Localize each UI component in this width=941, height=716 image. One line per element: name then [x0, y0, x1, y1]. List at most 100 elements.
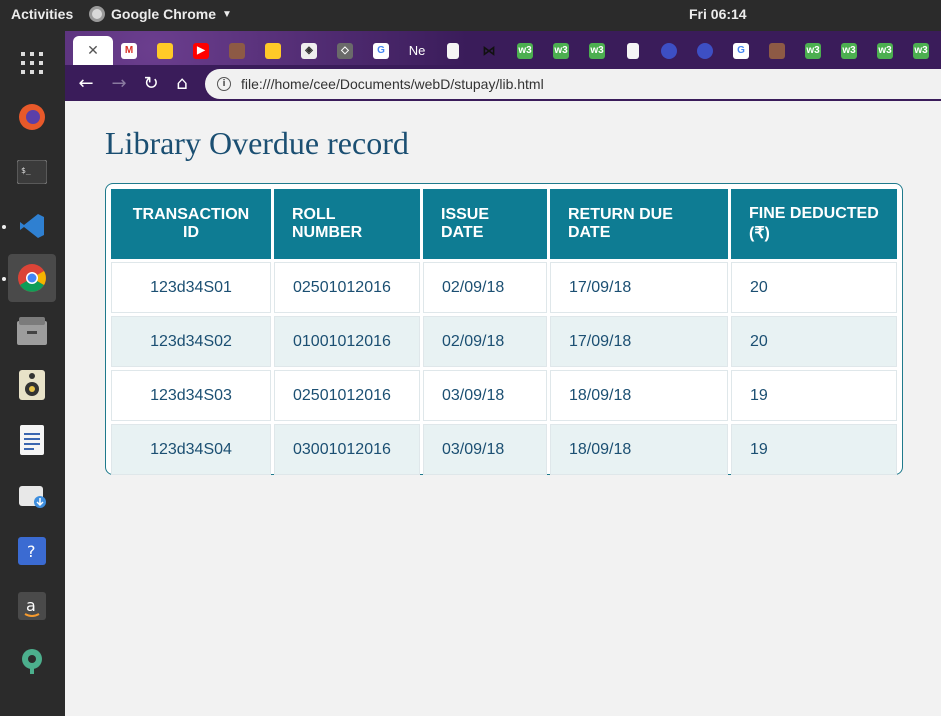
- tab-w3-6[interactable]: w3: [867, 36, 903, 65]
- info-icon[interactable]: i: [217, 77, 231, 91]
- table-row: 123d34S03 02501012016 03/09/18 18/09/18 …: [111, 370, 897, 421]
- tab-youtube[interactable]: ▶: [183, 36, 219, 65]
- table-cell: 02501012016: [274, 370, 420, 421]
- tab-google-2[interactable]: G: [723, 36, 759, 65]
- amazon-icon[interactable]: a: [8, 582, 56, 630]
- tab-file-2[interactable]: [615, 36, 651, 65]
- reload-icon: ↻: [143, 72, 159, 94]
- apps-grid-icon[interactable]: [8, 39, 56, 87]
- system-top-bar: Activities Google Chrome ▼ Fri 06:14: [0, 0, 941, 31]
- activities-button[interactable]: Activities: [11, 6, 73, 22]
- tab-firebase[interactable]: [147, 36, 183, 65]
- diamond-icon: ◈: [301, 42, 317, 59]
- site-icon: [229, 42, 245, 59]
- tab-gmail[interactable]: M: [111, 36, 147, 65]
- table-cell: 19: [731, 424, 897, 475]
- browser-window: ✕ M ▶ ◈ ◇ G Ne ⋈ w3 w3 w3 G w3 w3 w3 w3 …: [65, 31, 941, 716]
- writer-icon[interactable]: [8, 416, 56, 464]
- page-content: Library Overdue record TRANSACTION ID RO…: [65, 101, 941, 716]
- table-cell: 20: [731, 262, 897, 313]
- gmail-icon: M: [121, 42, 137, 59]
- column-header: ISSUE DATE: [423, 189, 547, 259]
- firebase-icon: [265, 42, 281, 59]
- tab-w3-1[interactable]: w3: [507, 36, 543, 65]
- table-cell: 02/09/18: [423, 262, 547, 313]
- svg-text:$_: $_: [21, 166, 31, 175]
- close-icon[interactable]: ✕: [87, 43, 99, 59]
- tab-ne[interactable]: Ne: [399, 36, 435, 65]
- tab-site-a[interactable]: [219, 36, 255, 65]
- column-header: ROLL NUMBER: [274, 189, 420, 259]
- toolbar: ← → ↻ ⌂ i file:///home/cee/Documents/web…: [65, 65, 941, 101]
- table-cell: 03001012016: [274, 424, 420, 475]
- files-icon[interactable]: [8, 307, 56, 355]
- file-icon: [627, 42, 639, 59]
- site-icon: [769, 42, 785, 59]
- table-cell: 123d34S01: [111, 262, 271, 313]
- column-header: RETURN DUE DATE: [550, 189, 728, 259]
- table-row: 123d34S04 03001012016 03/09/18 18/09/18 …: [111, 424, 897, 475]
- column-header: TRANSACTION ID: [111, 189, 271, 259]
- forward-button[interactable]: →: [108, 72, 130, 94]
- dock: $_ ? a: [0, 31, 65, 716]
- tab-globe-1[interactable]: [651, 36, 687, 65]
- overdue-table: TRANSACTION ID ROLL NUMBER ISSUE DATE RE…: [108, 186, 900, 478]
- table-cell: 17/09/18: [550, 316, 728, 367]
- w3schools-icon: w3: [805, 42, 821, 59]
- tab-strip: ✕ M ▶ ◈ ◇ G Ne ⋈ w3 w3 w3 G w3 w3 w3 w3: [65, 31, 941, 65]
- table-cell: 18/09/18: [550, 424, 728, 475]
- overdue-table-container: TRANSACTION ID ROLL NUMBER ISSUE DATE RE…: [105, 183, 903, 475]
- tab-active[interactable]: ✕: [73, 36, 113, 65]
- w3schools-icon: w3: [517, 42, 533, 59]
- table-cell: 123d34S03: [111, 370, 271, 421]
- url-text: file:///home/cee/Documents/webD/stupay/l…: [241, 76, 544, 92]
- chrome-icon[interactable]: [8, 254, 56, 302]
- tab-bowtie[interactable]: ⋈: [471, 36, 507, 65]
- tab-w3-2[interactable]: w3: [543, 36, 579, 65]
- tab-file[interactable]: [435, 36, 471, 65]
- w3schools-icon: w3: [913, 42, 929, 59]
- tab-w3-5[interactable]: w3: [831, 36, 867, 65]
- caret-down-icon: ▼: [222, 8, 232, 20]
- table-cell: 03/09/18: [423, 370, 547, 421]
- app-menu[interactable]: Google Chrome ▼: [89, 6, 232, 22]
- chrome-icon: [89, 6, 105, 22]
- help-icon[interactable]: ?: [8, 527, 56, 575]
- page-title: Library Overdue record: [105, 125, 409, 161]
- back-button[interactable]: ←: [75, 72, 97, 94]
- rhythmbox-icon[interactable]: [8, 361, 56, 409]
- reload-button[interactable]: ↻: [140, 72, 162, 94]
- tab-firebase-2[interactable]: [255, 36, 291, 65]
- arrow-right-icon: →: [111, 72, 127, 94]
- software-icon[interactable]: [8, 471, 56, 519]
- table-cell: 02/09/18: [423, 316, 547, 367]
- tab-w3-3[interactable]: w3: [579, 36, 615, 65]
- firefox-icon[interactable]: [8, 93, 56, 141]
- w3schools-icon: w3: [841, 42, 857, 59]
- tab-google[interactable]: G: [363, 36, 399, 65]
- globe-icon: [697, 42, 713, 59]
- table-cell: 03/09/18: [423, 424, 547, 475]
- clock[interactable]: Fri 06:14: [689, 6, 747, 22]
- terminal-icon[interactable]: $_: [8, 148, 56, 196]
- home-button[interactable]: ⌂: [171, 72, 193, 94]
- tab-label: Ne: [408, 43, 426, 58]
- tab-site-c[interactable]: [759, 36, 795, 65]
- tab-w3-4[interactable]: w3: [795, 36, 831, 65]
- settings-icon[interactable]: [8, 637, 56, 685]
- table-row: 123d34S02 01001012016 02/09/18 17/09/18 …: [111, 316, 897, 367]
- tab-w3-7[interactable]: w3: [903, 36, 939, 65]
- tab-globe-2[interactable]: [687, 36, 723, 65]
- tab-site-b[interactable]: ◈: [291, 36, 327, 65]
- table-row: 123d34S01 02501012016 02/09/18 17/09/18 …: [111, 262, 897, 313]
- youtube-icon: ▶: [193, 42, 209, 59]
- vscode-icon[interactable]: [8, 202, 56, 250]
- table-cell: 01001012016: [274, 316, 420, 367]
- address-bar[interactable]: i file:///home/cee/Documents/webD/stupay…: [205, 69, 941, 99]
- w3schools-icon: w3: [877, 42, 893, 59]
- home-icon: ⌂: [176, 72, 188, 94]
- table-cell: 02501012016: [274, 262, 420, 313]
- tab-codepen[interactable]: ◇: [327, 36, 363, 65]
- file-icon: [447, 42, 459, 59]
- table-cell: 19: [731, 370, 897, 421]
